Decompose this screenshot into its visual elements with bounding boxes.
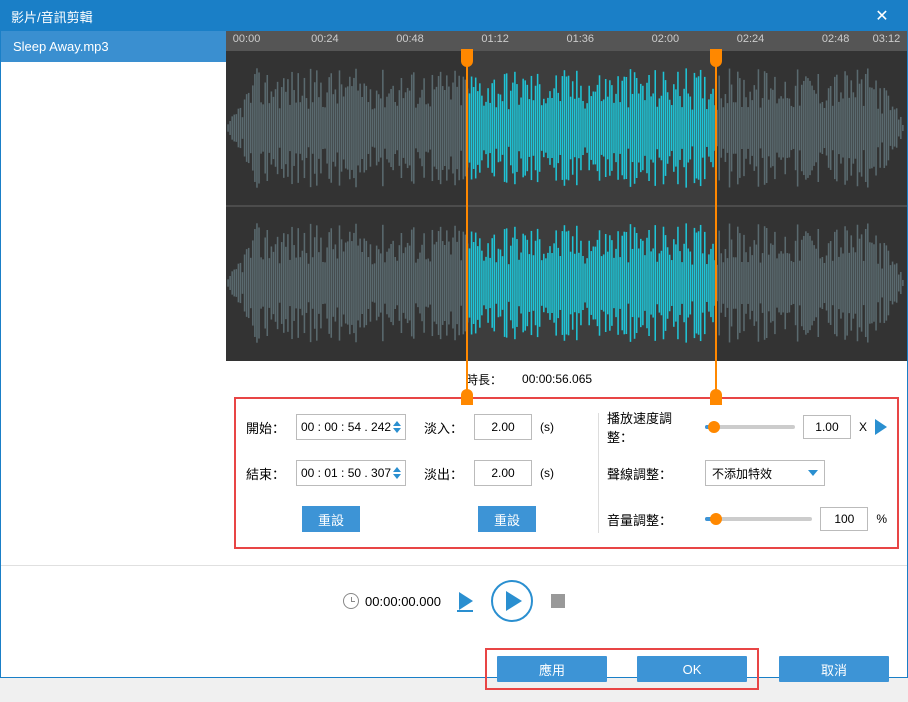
ruler-tick: 00:24 [311,33,339,45]
playback-time: 00:00:00.000 [365,594,441,609]
duration-row: 時長： 00:00:56.065 [226,361,907,397]
selection-start-handle[interactable] [466,51,468,361]
ruler-tick: 01:36 [567,33,595,45]
apply-button[interactable]: 應用 [497,656,607,682]
play-icon [506,591,522,611]
speed-slider[interactable] [705,425,795,429]
volume-suffix: % [876,512,887,526]
time-ruler: 00:00 00:24 00:48 01:12 01:36 02:00 02:2… [226,31,907,51]
sound-effect-select[interactable]: 不添加特效 [705,460,825,486]
fadeout-suffix: (s) [540,466,554,480]
close-icon[interactable]: ✕ [867,6,897,26]
start-label: 開始： [246,418,288,437]
action-highlight: 應用 OK [485,648,759,690]
selection-end-handle[interactable] [715,51,717,361]
volume-label: 音量調整： [607,510,697,529]
end-time-input[interactable]: 00 : 01 : 50 . 307 [296,460,406,486]
duration-value: 00:00:56.065 [522,372,592,386]
waveform[interactable] [226,51,907,361]
ruler-tick: 00:48 [396,33,424,45]
preview-speed-icon[interactable] [875,419,887,435]
ruler-tick: 02:48 [822,33,850,45]
chevron-down-icon [808,470,818,476]
window-title: 影片/音訊剪輯 [11,7,867,26]
ruler-tick: 03:12 [873,33,901,45]
file-sidebar: Sleep Away.mp3 [1,31,226,565]
ruler-tick: 01:12 [481,33,509,45]
speed-suffix: X [859,420,867,434]
titlebar: 影片/音訊剪輯 ✕ [1,1,907,31]
volume-slider[interactable] [705,517,812,521]
clock-icon [343,593,359,609]
sound-label: 聲線調整： [607,464,697,483]
fadein-input[interactable] [474,414,532,440]
end-label: 結束： [246,464,288,483]
stop-button[interactable] [551,594,565,608]
footer: 應用 OK 取消 [1,636,907,702]
duration-label: 時長： [466,371,502,388]
reset-fade-button[interactable]: 重設 [478,506,536,532]
controls-panel: 開始： 00 : 00 : 54 . 242 結束： 00 : 01 : 50 … [234,397,899,549]
jump-icon[interactable] [459,592,473,610]
playback-bar: 00:00:00.000 [1,565,907,636]
fadeout-label: 淡出： [424,464,466,483]
ruler-tick: 00:00 [233,33,261,45]
ok-button[interactable]: OK [637,656,747,682]
ruler-tick: 02:00 [652,33,680,45]
speed-input[interactable] [803,415,851,439]
waveform-svg [226,51,907,361]
spinner-icon[interactable] [393,421,401,433]
sidebar-item-file[interactable]: Sleep Away.mp3 [1,31,226,62]
volume-input[interactable] [820,507,868,531]
spinner-icon[interactable] [393,467,401,479]
play-button[interactable] [491,580,533,622]
reset-time-button[interactable]: 重設 [302,506,360,532]
cancel-button[interactable]: 取消 [779,656,889,682]
editor-window: 影片/音訊剪輯 ✕ Sleep Away.mp3 00:00 00:24 00:… [0,0,908,678]
speed-label: 播放速度調整： [607,408,697,446]
ruler-tick: 02:24 [737,33,765,45]
fadeout-input[interactable] [474,460,532,486]
fadein-suffix: (s) [540,420,554,434]
start-time-input[interactable]: 00 : 00 : 54 . 242 [296,414,406,440]
fadein-label: 淡入： [424,418,466,437]
